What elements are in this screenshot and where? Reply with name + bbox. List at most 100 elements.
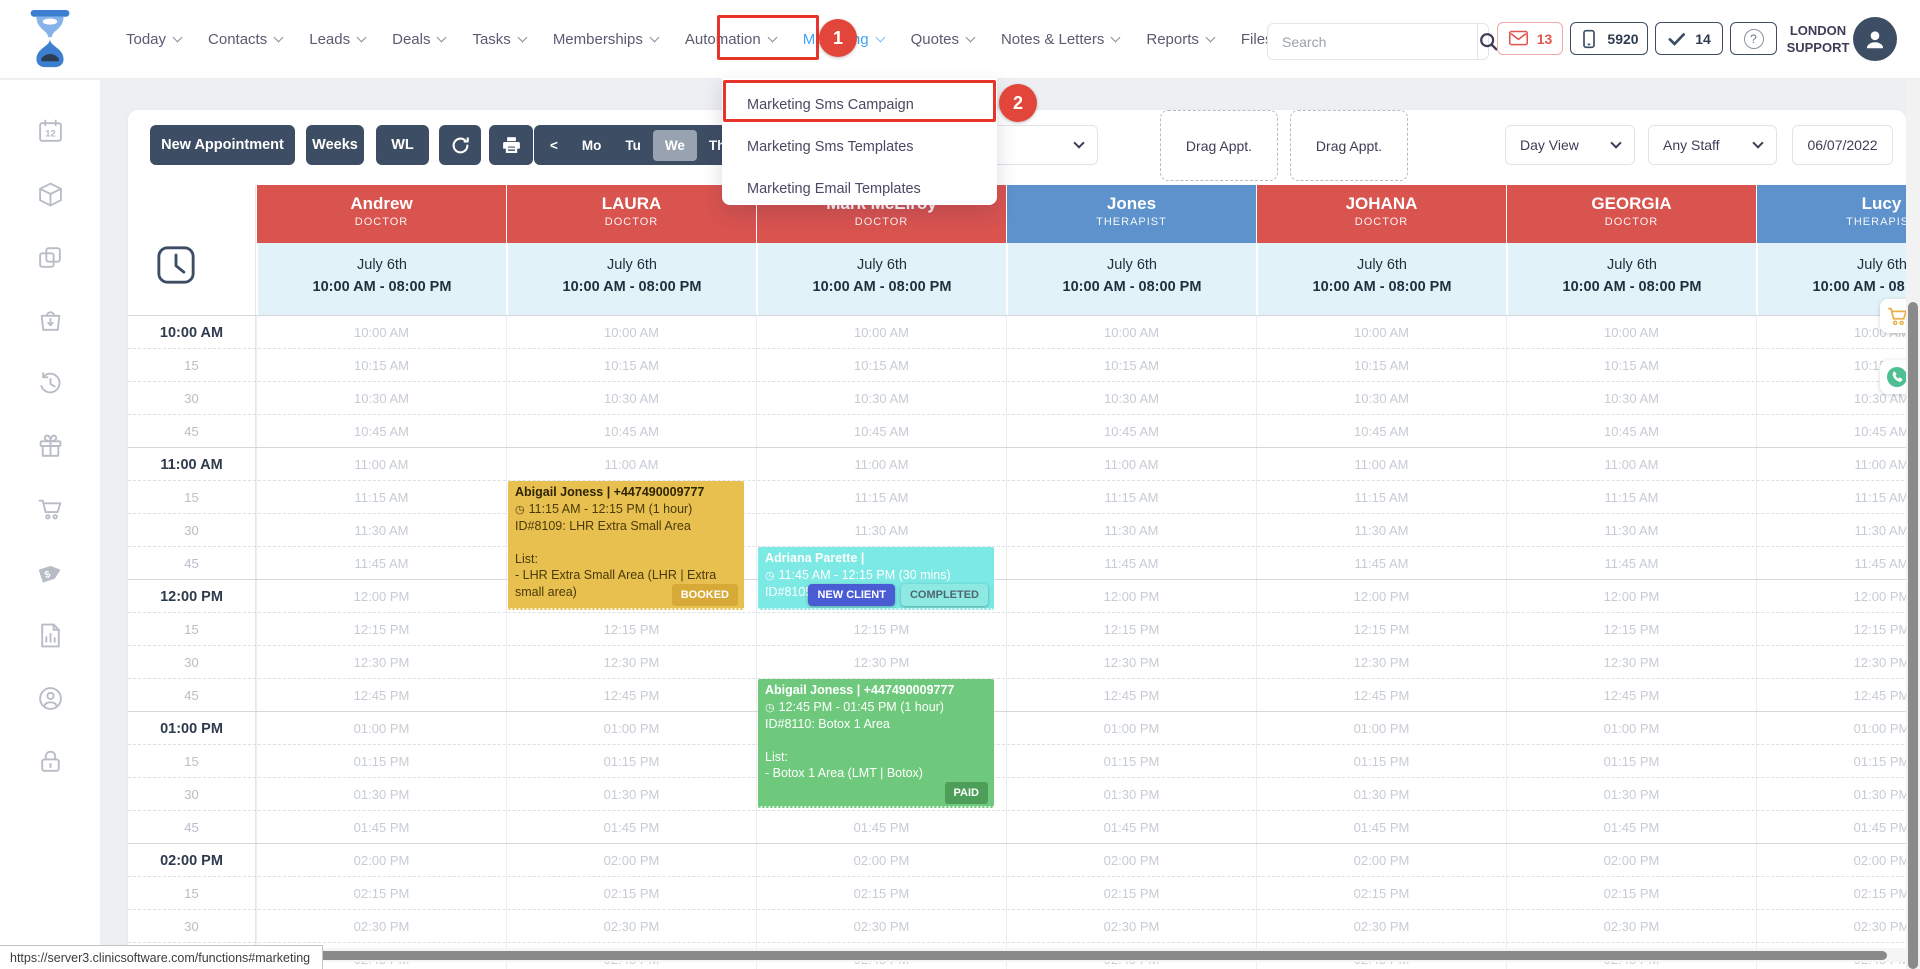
nav-item-quotes[interactable]: Quotes: [911, 31, 974, 48]
time-slot-cell[interactable]: 11:00 AM: [1506, 448, 1756, 481]
appointment-block[interactable]: Abigail Joness | +447490009777◷11:15 AM …: [508, 481, 744, 610]
staff-header-georgia[interactable]: GEORGIADOCTOR: [1506, 185, 1756, 243]
time-slot-cell[interactable]: 12:15 PM: [506, 613, 756, 646]
time-slot-cell[interactable]: 12:30 PM: [256, 646, 506, 679]
time-slot-cell[interactable]: 10:15 AM: [1006, 349, 1256, 382]
time-slot-cell[interactable]: 02:00 PM: [1256, 844, 1506, 877]
time-slot-cell[interactable]: 11:30 AM: [756, 514, 1006, 547]
help-button[interactable]: ?: [1730, 22, 1777, 55]
tasks-button[interactable]: 14: [1655, 22, 1723, 55]
shopping-cart-icon[interactable]: [37, 496, 64, 523]
time-slot-cell[interactable]: 02:30 PM: [1256, 910, 1506, 943]
vertical-scrollbar[interactable]: [1906, 80, 1920, 969]
time-slot-cell[interactable]: 02:00 PM: [1006, 844, 1256, 877]
time-slot-cell[interactable]: 01:15 PM: [256, 745, 506, 778]
nav-item-today[interactable]: Today: [126, 31, 181, 48]
time-slot-cell[interactable]: 11:00 AM: [256, 448, 506, 481]
time-slot-cell[interactable]: 01:30 PM: [1506, 778, 1756, 811]
date-picker[interactable]: 06/07/2022: [1792, 125, 1893, 165]
search-input[interactable]: [1268, 24, 1477, 59]
nav-item-contacts[interactable]: Contacts: [208, 31, 282, 48]
time-slot-cell[interactable]: 10:45 AM: [506, 415, 756, 448]
nav-item-tasks[interactable]: Tasks: [472, 31, 525, 48]
time-slot-cell[interactable]: 10:45 AM: [1006, 415, 1256, 448]
time-slot-cell[interactable]: 12:30 PM: [1506, 646, 1756, 679]
time-slot-cell[interactable]: 12:30 PM: [506, 646, 756, 679]
drag-appointment-slot-2[interactable]: Drag Appt.: [1290, 110, 1408, 181]
time-slot-cell[interactable]: 01:45 PM: [256, 811, 506, 844]
nav-item-notes-letters[interactable]: Notes & Letters: [1001, 31, 1119, 48]
horizontal-scrollbar-thumb[interactable]: [303, 951, 1887, 960]
time-slot-cell[interactable]: 10:30 AM: [756, 382, 1006, 415]
time-slot-cell[interactable]: 10:00 AM: [756, 316, 1006, 349]
time-slot-cell[interactable]: 02:00 PM: [1506, 844, 1756, 877]
time-slot-cell[interactable]: 01:15 PM: [506, 745, 756, 778]
time-slot-cell[interactable]: 02:15 PM: [1756, 877, 1906, 910]
time-slot-cell[interactable]: 10:30 AM: [1006, 382, 1256, 415]
messages-button[interactable]: 13: [1497, 22, 1563, 55]
time-slot-cell[interactable]: 02:15 PM: [506, 877, 756, 910]
menu-item-marketing-sms-templates[interactable]: Marketing Sms Templates: [722, 129, 997, 165]
time-slot-cell[interactable]: 12:15 PM: [1506, 613, 1756, 646]
staff-header-jones[interactable]: JonesTHERAPIST: [1006, 185, 1256, 243]
time-slot-cell[interactable]: 01:45 PM: [506, 811, 756, 844]
time-slot-cell[interactable]: 12:45 PM: [1256, 679, 1506, 712]
time-slot-cell[interactable]: 11:30 AM: [1006, 514, 1256, 547]
time-slot-cell[interactable]: 02:30 PM: [1756, 910, 1906, 943]
time-slot-cell[interactable]: 11:15 AM: [1756, 481, 1906, 514]
time-slot-cell[interactable]: 12:15 PM: [1256, 613, 1506, 646]
time-slot-cell[interactable]: 10:45 AM: [1256, 415, 1506, 448]
time-slot-cell[interactable]: 12:00 PM: [256, 580, 506, 613]
time-slot-cell[interactable]: 11:15 AM: [1006, 481, 1256, 514]
horizontal-scrollbar[interactable]: [100, 948, 1906, 962]
time-slot-cell[interactable]: 10:15 AM: [1256, 349, 1506, 382]
time-slot-cell[interactable]: 11:45 AM: [256, 547, 506, 580]
time-slot-cell[interactable]: 01:45 PM: [1506, 811, 1756, 844]
time-slot-cell[interactable]: 02:00 PM: [256, 844, 506, 877]
time-slot-cell[interactable]: 12:15 PM: [256, 613, 506, 646]
time-slot-cell[interactable]: 10:00 AM: [256, 316, 506, 349]
time-slot-cell[interactable]: 01:00 PM: [506, 712, 756, 745]
time-slot-cell[interactable]: 12:15 PM: [1006, 613, 1256, 646]
user-avatar[interactable]: [1853, 17, 1897, 61]
time-slot-cell[interactable]: 10:45 AM: [1756, 415, 1906, 448]
time-slot-cell[interactable]: 02:15 PM: [756, 877, 1006, 910]
appointment-block[interactable]: Adriana Parette |◷11:45 AM - 12:15 PM (3…: [758, 547, 994, 610]
nav-item-leads[interactable]: Leads: [309, 31, 365, 48]
copy-pages-icon[interactable]: [37, 244, 64, 271]
refresh-button[interactable]: [439, 125, 481, 165]
staff-header-andrew[interactable]: AndrewDOCTOR: [256, 185, 506, 243]
staff-header-lucy[interactable]: LucyTHERAPIST: [1756, 185, 1906, 243]
time-slot-cell[interactable]: 12:15 PM: [1756, 613, 1906, 646]
time-slot-cell[interactable]: 12:45 PM: [256, 679, 506, 712]
time-slot-cell[interactable]: 10:45 AM: [1506, 415, 1756, 448]
time-slot-cell[interactable]: 01:00 PM: [256, 712, 506, 745]
time-slot-cell[interactable]: 02:15 PM: [1006, 877, 1256, 910]
report-chart-icon[interactable]: [37, 622, 64, 649]
time-slot-cell[interactable]: 01:45 PM: [1256, 811, 1506, 844]
staff-select[interactable]: Any Staff: [1648, 125, 1777, 165]
time-slot-cell[interactable]: 12:45 PM: [506, 679, 756, 712]
time-slot-cell[interactable]: 10:45 AM: [256, 415, 506, 448]
time-slot-cell[interactable]: 10:45 AM: [756, 415, 1006, 448]
time-slot-cell[interactable]: 02:30 PM: [256, 910, 506, 943]
time-slot-cell[interactable]: 11:30 AM: [1506, 514, 1756, 547]
time-slot-cell[interactable]: 02:00 PM: [1756, 844, 1906, 877]
staff-header-johana[interactable]: JOHANADOCTOR: [1256, 185, 1506, 243]
time-slot-cell[interactable]: 02:15 PM: [1506, 877, 1756, 910]
time-slot-cell[interactable]: 01:15 PM: [1256, 745, 1506, 778]
time-slot-cell[interactable]: 12:00 PM: [1256, 580, 1506, 613]
time-slot-cell[interactable]: 02:30 PM: [756, 910, 1006, 943]
staff-header-laura[interactable]: LAURADOCTOR: [506, 185, 756, 243]
vertical-scrollbar-thumb[interactable]: [1908, 302, 1918, 969]
time-slot-cell[interactable]: 10:00 AM: [1006, 316, 1256, 349]
day-button-mo[interactable]: Mo: [570, 130, 614, 161]
time-slot-cell[interactable]: 11:00 AM: [1256, 448, 1506, 481]
time-slot-cell[interactable]: 01:30 PM: [506, 778, 756, 811]
print-button[interactable]: [489, 125, 533, 165]
calendar-12-icon[interactable]: 12: [37, 118, 64, 145]
time-slot-cell[interactable]: 10:15 AM: [1506, 349, 1756, 382]
time-slot-cell[interactable]: 01:00 PM: [1506, 712, 1756, 745]
time-slot-cell[interactable]: 11:45 AM: [1506, 547, 1756, 580]
time-slot-cell[interactable]: 01:00 PM: [1256, 712, 1506, 745]
